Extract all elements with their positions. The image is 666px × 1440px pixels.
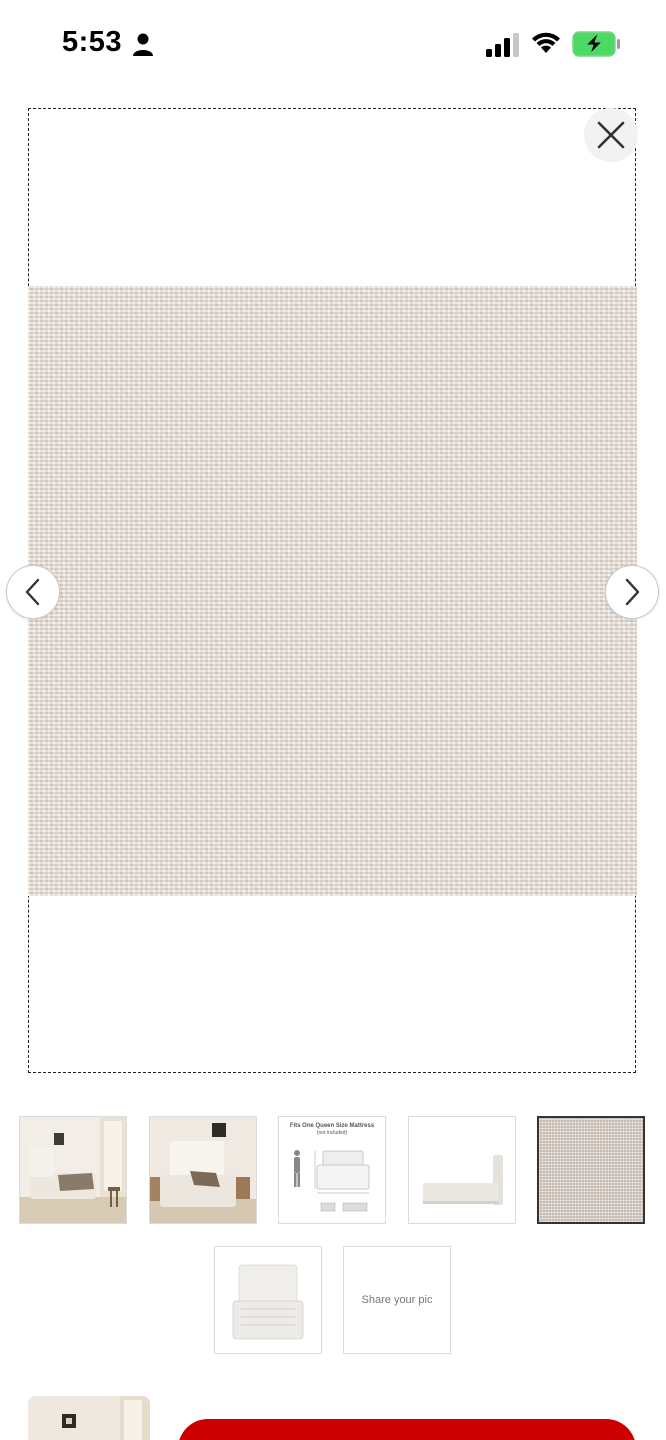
bottom-product-thumbnail[interactable] [28, 1396, 150, 1440]
chevron-right-icon [625, 578, 640, 606]
share-your-pic-button[interactable]: Share your pic [343, 1246, 451, 1354]
status-time: 5:53 [62, 26, 123, 58]
product-image-viewer: 5:53 Fits One Queen Size Mattress (not i… [0, 0, 666, 1440]
cellular-signal-icon [486, 33, 519, 57]
battery-charging-icon [572, 31, 620, 57]
share-your-pic-label: Share your pic [361, 1294, 433, 1306]
dimensions-diagram-image [294, 1150, 370, 1212]
wifi-icon [532, 32, 560, 53]
thumbnail-fabric[interactable] [537, 1116, 645, 1224]
fabric-swatch-image [539, 1118, 643, 1222]
bed-top-image [215, 1247, 321, 1353]
thumbnail-dimensions-diagram[interactable]: Fits One Queen Size Mattress (not includ… [278, 1116, 386, 1224]
status-bar: 5:53 [0, 0, 666, 90]
bottom-product-image [28, 1396, 150, 1440]
next-image-button[interactable] [605, 565, 659, 619]
close-button[interactable] [584, 108, 638, 162]
main-product-image[interactable] [28, 286, 637, 896]
thumbnail-bed-top[interactable] [214, 1246, 322, 1354]
thumbnail-bed-side[interactable] [408, 1116, 516, 1224]
chevron-left-icon [25, 578, 40, 606]
bed-side-image [409, 1117, 515, 1223]
close-icon [597, 121, 625, 149]
thumbnail-bedroom[interactable] [19, 1116, 127, 1224]
person-icon [133, 33, 153, 56]
bed-blanket-image [150, 1117, 256, 1223]
add-to-cart-button[interactable] [178, 1419, 636, 1440]
previous-image-button[interactable] [6, 565, 60, 619]
thumbnail-bed-blanket[interactable] [149, 1116, 257, 1224]
bedroom-scene-image [20, 1117, 126, 1223]
